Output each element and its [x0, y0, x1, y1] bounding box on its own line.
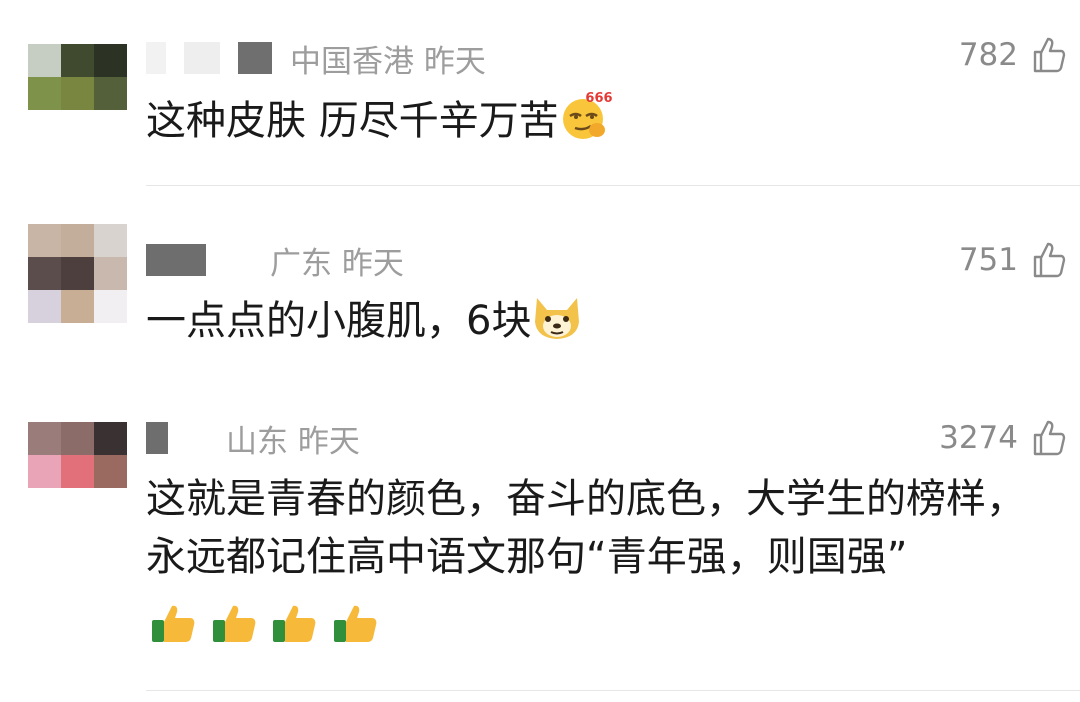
username-redacted[interactable] [238, 42, 272, 74]
username-redacted[interactable] [146, 422, 168, 454]
smirk-666-emoji: 666 [562, 91, 612, 139]
emoji-group [150, 596, 380, 654]
thumbs-up-outline-icon [1033, 242, 1066, 278]
location-label: 广东 [270, 245, 332, 282]
thumbs-up-emoji [334, 605, 377, 642]
avatar[interactable] [28, 422, 127, 488]
comment-meta: 广东 昨天 [270, 238, 404, 283]
like-button[interactable]: 751 [959, 240, 1066, 280]
location-label: 山东 [226, 423, 288, 460]
thumbs-up-emoji [212, 605, 256, 642]
doge-emoji [535, 298, 580, 339]
divider [146, 185, 1080, 186]
time-label: 昨天 [423, 43, 486, 80]
comment-text: 这种皮肤 历尽千辛万苦 666 [146, 88, 1046, 149]
like-count: 782 [958, 37, 1018, 73]
username-row: 山东 昨天 [146, 416, 360, 461]
avatar[interactable] [28, 224, 127, 323]
thumbs-up-emoji [273, 605, 316, 642]
thumbs-up-outline-icon [1033, 37, 1066, 73]
thumbs-up-emoji [152, 605, 195, 642]
avatar[interactable] [28, 44, 127, 110]
comment-text: 一点点的小腹肌，6块 [146, 292, 1046, 349]
time-label: 昨天 [341, 245, 404, 282]
username-redacted[interactable] [146, 244, 206, 276]
username-redacted[interactable] [146, 42, 166, 74]
divider [146, 690, 1080, 691]
like-button[interactable]: 3274 [939, 418, 1066, 458]
comment-text: 这就是青春的颜色，奋斗的底色，大学生的榜样，永远都记住高中语文那句“青年强，则国… [146, 470, 1046, 654]
username-row: 中国香港 昨天 [146, 36, 486, 81]
username-redacted[interactable] [184, 42, 220, 74]
time-label: 昨天 [297, 423, 360, 460]
comment-list: 中国香港 昨天 782 这种皮肤 历尽千辛万苦 666 广东 昨天 751 一点… [0, 0, 1080, 702]
emoji-badge: 666 [585, 91, 612, 106]
comment-meta: 山东 昨天 [226, 416, 360, 461]
like-count: 3274 [939, 420, 1018, 456]
like-count: 751 [958, 242, 1018, 278]
location-label: 中国香港 [290, 43, 414, 80]
thumbs-up-outline-icon [1033, 420, 1066, 456]
like-button[interactable]: 782 [959, 35, 1066, 75]
comment-meta: 中国香港 昨天 [290, 36, 486, 81]
username-row: 广东 昨天 [146, 238, 404, 283]
